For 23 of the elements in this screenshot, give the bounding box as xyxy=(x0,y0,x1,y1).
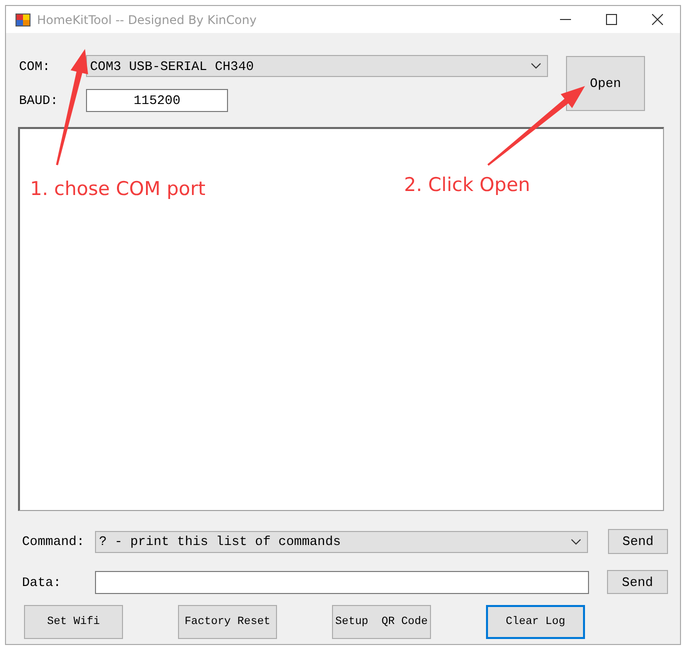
maximize-icon xyxy=(606,14,616,25)
action-button[interactable]: Set Wifi xyxy=(24,605,123,639)
action-button[interactable]: Clear Log xyxy=(486,605,585,639)
annotation-text: 2. Click Open xyxy=(404,174,530,196)
send-button[interactable]: Send xyxy=(608,529,668,554)
open-button[interactable]: Open xyxy=(566,56,645,111)
data-field[interactable] xyxy=(95,570,589,594)
action-button[interactable]: Setup QR Code xyxy=(332,605,431,639)
field-label: Command: xyxy=(22,534,86,549)
field-label: Data: xyxy=(22,574,62,590)
action-button[interactable]: Factory Reset xyxy=(178,605,277,639)
port-dropdown[interactable]: COM3 USB-SERIAL CH340 xyxy=(86,55,548,77)
command-dropdown[interactable]: ? - print this list of commands xyxy=(95,530,588,552)
close-icon xyxy=(652,14,662,25)
dropdown-caret-icon xyxy=(571,538,581,544)
field-label: COM: xyxy=(19,58,52,74)
window-title: HomeKitTool -- Designed By KinCony xyxy=(37,12,258,26)
baud-field[interactable]: 115200 xyxy=(86,89,228,112)
app-icon xyxy=(15,12,31,28)
annotation-text: 1. chose COM port xyxy=(30,178,206,200)
dropdown-caret-icon xyxy=(531,63,541,69)
field-label: BAUD: xyxy=(19,93,60,108)
send-button[interactable]: Send xyxy=(607,570,668,594)
